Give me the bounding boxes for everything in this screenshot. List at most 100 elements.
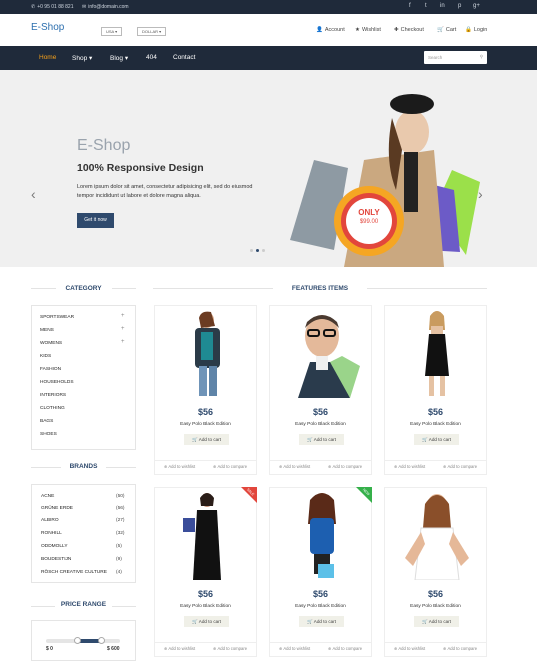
plus-icon[interactable]: + bbox=[121, 339, 125, 345]
product-image bbox=[405, 494, 469, 580]
mail-icon: ✉ bbox=[82, 4, 87, 10]
plus-icon[interactable]: + bbox=[121, 313, 125, 319]
cart-link[interactable]: 🛒 Cart bbox=[437, 27, 456, 33]
product-name: Easy Polo Black Edition bbox=[180, 604, 231, 609]
price-min: $ 0 bbox=[46, 646, 53, 652]
hero-subtitle: 100% Responsive Design bbox=[77, 162, 204, 174]
brand-item[interactable]: Rösch creative culture bbox=[41, 570, 107, 575]
slider-dot-active[interactable] bbox=[256, 249, 259, 252]
brand-item[interactable]: Albiro bbox=[41, 518, 59, 523]
divider bbox=[112, 606, 136, 607]
add-to-wishlist-link[interactable]: ⊕ Add to wishlist bbox=[164, 464, 195, 469]
category-item[interactable]: Households bbox=[40, 380, 74, 385]
divider bbox=[112, 288, 136, 289]
phone-contact: ✆ +0 95 01 88 821 bbox=[31, 4, 74, 10]
product-card: $56 Easy Polo Black Edition 🛒 Add to car… bbox=[269, 305, 372, 475]
hero-title: E-Shop bbox=[77, 137, 131, 154]
slider-dot[interactable] bbox=[250, 249, 253, 252]
brand-item[interactable]: Oddmolly bbox=[41, 544, 68, 549]
product-price: $56 bbox=[312, 407, 329, 417]
category-item[interactable]: Sportswear bbox=[40, 315, 74, 320]
brand-count: (4) bbox=[116, 570, 122, 575]
divider bbox=[106, 467, 136, 468]
category-item[interactable]: Kids bbox=[40, 354, 51, 359]
facebook-icon[interactable]: f bbox=[409, 3, 411, 9]
category-item[interactable]: Bags bbox=[40, 419, 53, 424]
email-contact: ✉ info@domain.com bbox=[82, 4, 129, 10]
search-icon: ⚲ bbox=[479, 54, 483, 59]
login-link[interactable]: 🔒 Login bbox=[465, 27, 487, 33]
category-item[interactable]: Interiors bbox=[40, 393, 66, 398]
phone-icon: ✆ bbox=[31, 4, 36, 10]
add-to-cart-button[interactable]: 🛒 Add to cart bbox=[184, 616, 229, 627]
brand-count: (56) bbox=[116, 506, 125, 511]
category-item[interactable]: Clothing bbox=[40, 406, 65, 411]
product-price: $56 bbox=[197, 589, 214, 599]
slider-dot[interactable] bbox=[262, 249, 265, 252]
product-card: NEW $56 Easy Polo Black Edition 🛒 Add to… bbox=[269, 487, 372, 657]
product-price: $56 bbox=[427, 407, 444, 417]
nav-contact[interactable]: Contact bbox=[173, 54, 195, 61]
add-to-wishlist-link[interactable]: ⊕ Add to wishlist bbox=[279, 464, 310, 469]
twitter-icon[interactable]: t bbox=[425, 3, 427, 9]
product-name: Easy Polo Black Edition bbox=[410, 604, 461, 609]
product-price: $56 bbox=[312, 589, 329, 599]
add-to-cart-button[interactable]: 🛒 Add to cart bbox=[299, 434, 344, 445]
plus-icon[interactable]: + bbox=[121, 326, 125, 332]
account-link[interactable]: 👤 Account bbox=[316, 27, 345, 33]
pinterest-icon[interactable]: p bbox=[458, 3, 461, 9]
nav-shop[interactable]: Shop ▾ bbox=[72, 54, 92, 62]
add-to-cart-button[interactable]: 🛒 Add to cart bbox=[299, 616, 344, 627]
add-to-wishlist-link[interactable]: ⊕ Add to wishlist bbox=[164, 646, 195, 651]
prev-arrow-icon[interactable]: ‹ bbox=[31, 186, 36, 202]
product-name: Easy Polo Black Edition bbox=[410, 422, 461, 427]
brand-item[interactable]: Grüne Erde bbox=[41, 506, 73, 511]
scarf bbox=[404, 152, 418, 212]
divider bbox=[153, 288, 273, 289]
product-image bbox=[425, 311, 449, 396]
googleplus-icon[interactable]: g+ bbox=[473, 3, 480, 9]
add-to-wishlist-link[interactable]: ⊕ Add to wishlist bbox=[394, 464, 425, 469]
logo[interactable]: E-Shop bbox=[31, 22, 64, 33]
add-to-cart-button[interactable]: 🛒 Add to cart bbox=[184, 434, 229, 445]
features-heading: FEATURES ITEMS bbox=[291, 285, 349, 292]
brand-item[interactable]: Acne bbox=[41, 494, 54, 499]
checkout-link[interactable]: ✚ Checkout bbox=[394, 27, 424, 33]
cart-icon: 🛒 bbox=[422, 437, 428, 442]
add-to-compare-link[interactable]: ⊕ Add to compare bbox=[328, 464, 362, 469]
product-card: $56 Easy Polo Black Edition 🛒 Add to car… bbox=[154, 305, 257, 475]
country-select[interactable]: USA ▾ bbox=[101, 27, 123, 36]
get-it-now-button[interactable]: Get it now bbox=[77, 213, 114, 228]
category-item[interactable]: Womens bbox=[40, 341, 62, 346]
category-item[interactable]: Fashion bbox=[40, 367, 61, 372]
search-input[interactable]: Search ⚲ bbox=[424, 51, 487, 64]
category-item[interactable]: Mens bbox=[40, 328, 54, 333]
brand-item[interactable]: Ronhill bbox=[41, 531, 62, 536]
add-to-compare-link[interactable]: ⊕ Add to compare bbox=[443, 464, 477, 469]
brand-item[interactable]: Boudestijn bbox=[41, 557, 71, 562]
card-footer: ⊕ Add to wishlist ⊕ Add to compare bbox=[385, 460, 486, 472]
nav-404[interactable]: 404 bbox=[146, 54, 157, 61]
hero-text: Lorem ipsum dolor sit amet, consectetur … bbox=[77, 184, 253, 199]
currency-select[interactable]: DOLLAR ▾ bbox=[137, 27, 167, 36]
price-max: $ 600 bbox=[107, 646, 120, 652]
add-to-cart-button[interactable]: 🛒 Add to cart bbox=[414, 434, 459, 445]
brands-panel: Acne (50) Grüne Erde (56) Albiro (27) Ronhi… bbox=[31, 484, 136, 583]
add-to-wishlist-link[interactable]: ⊕ Add to wishlist bbox=[394, 646, 425, 651]
brand-count: (9) bbox=[116, 557, 122, 562]
nav-blog[interactable]: Blog ▾ bbox=[110, 54, 128, 62]
price-slider-min-handle[interactable] bbox=[74, 637, 81, 644]
price-slider-max-handle[interactable] bbox=[98, 637, 105, 644]
add-to-compare-link[interactable]: ⊕ Add to compare bbox=[328, 646, 362, 651]
wishlist-link[interactable]: ★ Wishlist bbox=[355, 27, 381, 33]
nav-home[interactable]: Home bbox=[39, 54, 56, 61]
add-to-compare-link[interactable]: ⊕ Add to compare bbox=[213, 464, 247, 469]
category-item[interactable]: Shoes bbox=[40, 432, 57, 437]
brand-count: (32) bbox=[116, 531, 125, 536]
add-to-compare-link[interactable]: ⊕ Add to compare bbox=[213, 646, 247, 651]
add-to-wishlist-link[interactable]: ⊕ Add to wishlist bbox=[279, 646, 310, 651]
linkedin-icon[interactable]: in bbox=[440, 3, 445, 9]
price-range-panel: $ 0 $ 600 bbox=[31, 620, 136, 661]
add-to-cart-button[interactable]: 🛒 Add to cart bbox=[414, 616, 459, 627]
add-to-compare-link[interactable]: ⊕ Add to compare bbox=[443, 646, 477, 651]
